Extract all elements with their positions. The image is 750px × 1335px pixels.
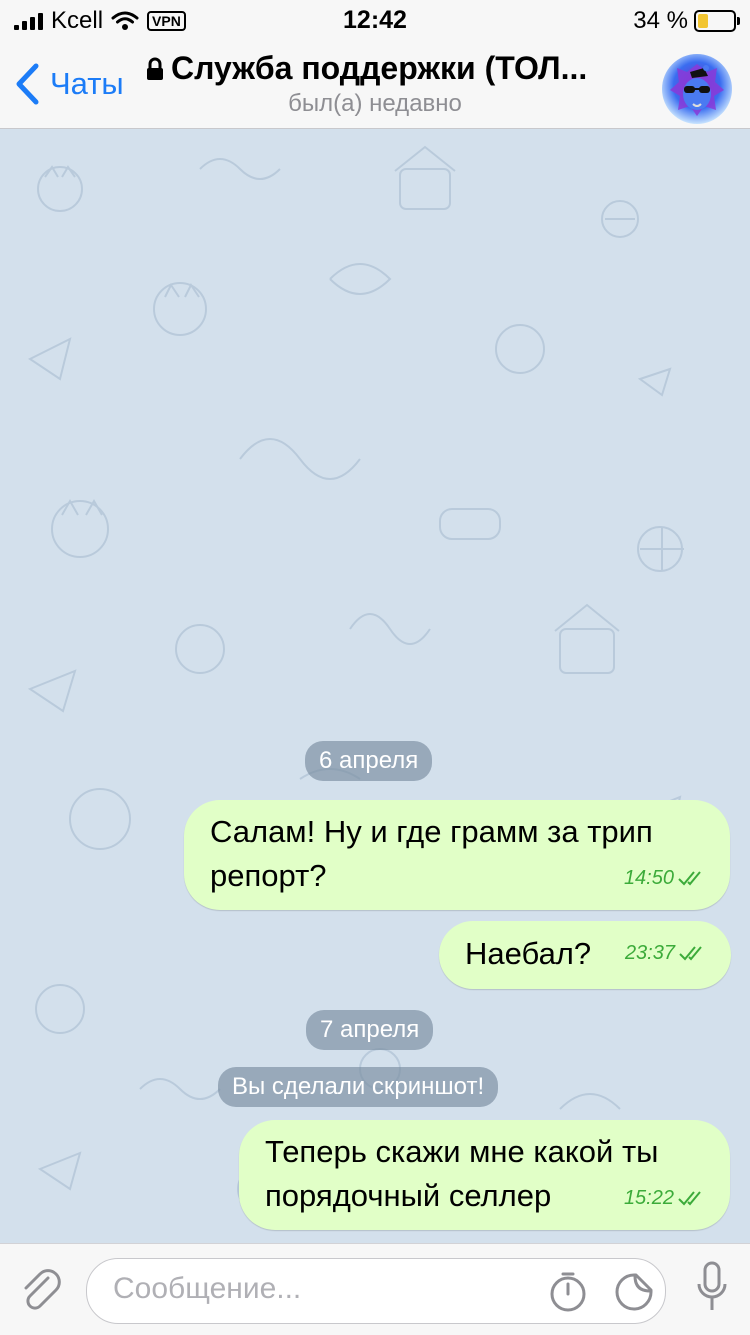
message-meta: 15:22 xyxy=(624,1176,706,1220)
message-line: Теперь скажи мне какой ты xyxy=(265,1134,659,1169)
lion-avatar-icon xyxy=(670,64,724,116)
message-line: порядочный селлер xyxy=(265,1178,552,1213)
message-time: 15:22 xyxy=(623,1187,674,1209)
battery-icon xyxy=(694,10,740,32)
message-input[interactable] xyxy=(111,1271,515,1307)
message-text: Салам! Ну и где грамм за трип репорт? xyxy=(210,810,653,898)
double-check-icon xyxy=(679,946,702,961)
double-check-icon xyxy=(678,1191,701,1206)
avatar[interactable] xyxy=(662,54,732,124)
chat-title-text: Служба поддержки (ТОЛ... xyxy=(171,50,588,86)
message-line: Наебал? xyxy=(465,936,592,971)
lock-icon xyxy=(147,57,163,80)
double-check-icon xyxy=(678,871,701,886)
chat-title[interactable]: Служба поддержки (ТОЛ... xyxy=(145,50,587,87)
chat-area[interactable]: 6 апреля Салам! Ну и где грамм за трип р… xyxy=(0,129,750,1243)
date-pill-text: 6 апреля xyxy=(319,747,419,774)
chat-subtitle: был(а) недавно xyxy=(288,90,462,117)
outgoing-message[interactable]: Теперь скажи мне какой ты порядочный сел… xyxy=(239,1120,730,1230)
date-pill-text: 7 апреля xyxy=(320,1016,420,1043)
message-text: Наебал? xyxy=(465,932,591,976)
battery-group: 34 % xyxy=(633,7,740,35)
battery-percent: 34 % xyxy=(633,7,688,34)
date-pill: 7 апреля xyxy=(306,1010,434,1050)
outgoing-message[interactable]: Салам! Ну и где грамм за трип репорт? 14… xyxy=(184,800,730,910)
message-field[interactable] xyxy=(86,1258,666,1324)
message-time: 23:37 xyxy=(624,942,675,964)
attach-button[interactable] xyxy=(18,1264,64,1319)
sticker-icon[interactable] xyxy=(613,1271,655,1313)
service-message: Вы сделали скриншот! xyxy=(218,1067,499,1107)
message-text: Теперь скажи мне какой ты порядочный сел… xyxy=(265,1130,658,1218)
date-pill: 6 апреля xyxy=(305,741,433,781)
outgoing-message[interactable]: Наебал? 23:37 xyxy=(439,921,731,989)
microphone-button[interactable] xyxy=(696,1260,728,1319)
paperclip-icon xyxy=(24,1269,61,1310)
message-meta: 14:50 xyxy=(624,856,706,900)
message-input-bar xyxy=(0,1243,750,1335)
chat-header: Чаты Служба поддержки (ТОЛ... был(а) нед… xyxy=(0,40,750,129)
timer-icon[interactable] xyxy=(547,1271,589,1313)
service-message-text: Вы сделали скриншот! xyxy=(232,1073,485,1100)
microphone-icon xyxy=(697,1261,727,1310)
status-bar: Kcell VPN 12:42 34 % xyxy=(0,0,750,40)
message-line: Салам! Ну и где грамм за трип xyxy=(210,814,653,849)
message-time: 14:50 xyxy=(623,867,674,889)
message-meta: 23:37 xyxy=(625,931,707,975)
message-line: репорт? xyxy=(210,858,327,893)
